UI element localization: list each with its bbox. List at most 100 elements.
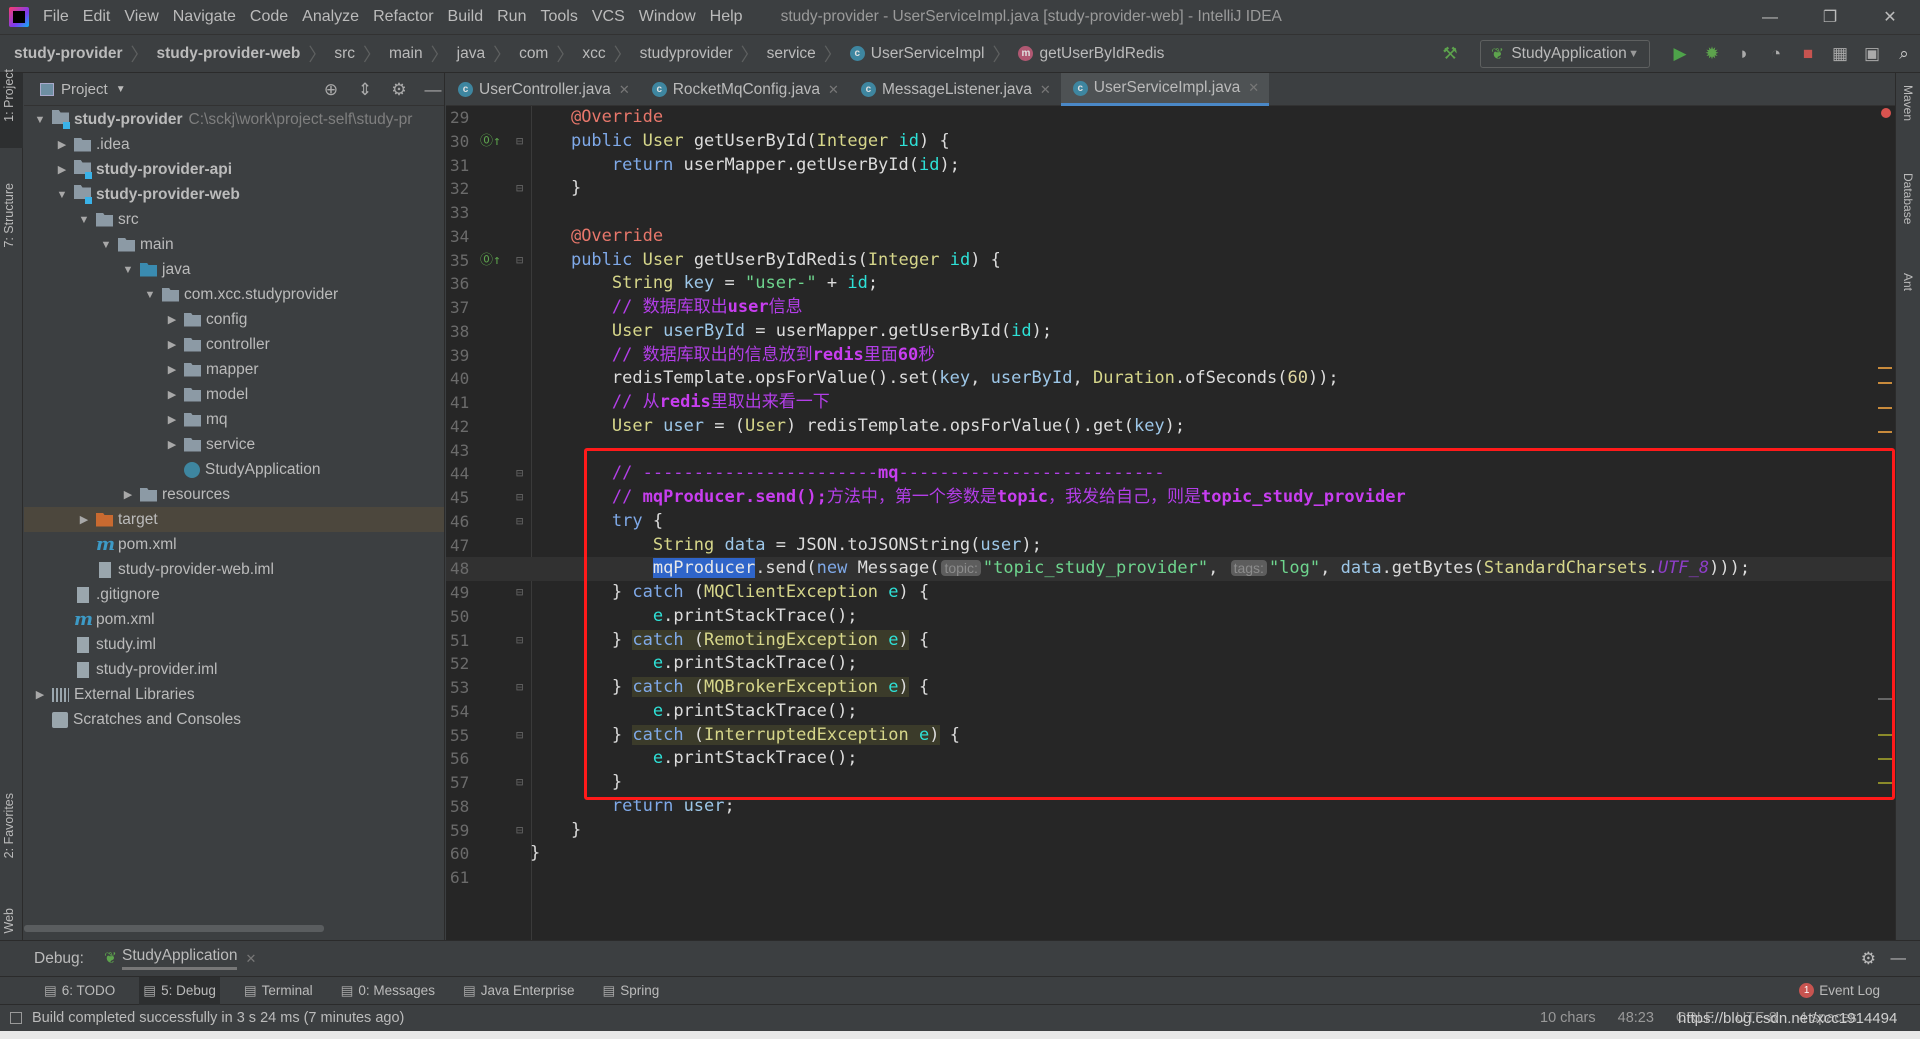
code-line[interactable]: 60} xyxy=(450,842,1895,866)
code-line[interactable]: 50 e.printStackTrace(); xyxy=(450,605,1895,629)
code-line[interactable]: 31 return userMapper.getUserById(id); xyxy=(450,154,1895,178)
tab-userserviceimpl[interactable]: c UserServiceImpl.java ✕ xyxy=(1060,73,1270,106)
chevron-down-icon[interactable]: ▼ xyxy=(116,84,126,95)
code-line[interactable]: 53 ⊟ } catch (MQBrokerException e) { xyxy=(450,676,1895,700)
build-hammer-icon[interactable]: ⚒ xyxy=(1434,44,1466,64)
breadcrumb-item[interactable]: study-provider xyxy=(14,45,123,63)
code-line[interactable]: 46 ⊟ try { xyxy=(450,510,1895,534)
scroll-marker[interactable] xyxy=(1878,782,1892,784)
hide-icon[interactable]: — xyxy=(1891,950,1907,968)
code-editor[interactable]: 29 @Override 30 ⓪↑ ⊟ public User getUserByI… xyxy=(446,106,1895,940)
menu-navigate[interactable]: Navigate xyxy=(173,8,236,25)
code-line[interactable]: 29 @Override xyxy=(450,106,1895,130)
run-config-select[interactable]: ❦ StudyApplication ▼ xyxy=(1480,40,1650,68)
tree-item[interactable]: ▼ study-provider-web xyxy=(24,182,444,207)
tree-item[interactable]: Scratches and Consoles xyxy=(24,707,444,732)
menu-view[interactable]: View xyxy=(124,8,158,25)
gear-icon[interactable]: ⚙ xyxy=(1861,949,1876,969)
tool-window-messages[interactable]: ▤ 0: Messages xyxy=(337,977,439,1005)
implements-method-icon[interactable]: ⓪↑ xyxy=(480,130,501,154)
tool-project[interactable]: 1: Project xyxy=(2,69,16,122)
fold-open-icon[interactable]: ⊟ xyxy=(516,581,523,605)
tool-window-terminal[interactable]: ▤ Terminal xyxy=(240,977,317,1005)
expand-right-icon[interactable]: ▶ xyxy=(120,488,136,501)
scroll-marker[interactable] xyxy=(1878,367,1892,369)
scroll-marker[interactable] xyxy=(1878,382,1892,384)
code-line[interactable]: 45 ⊟ // mqProducer.send();方法中，第一个参数是topic… xyxy=(450,486,1895,510)
stop-icon[interactable]: ■ xyxy=(1792,44,1824,64)
project-structure-icon[interactable]: ▦ xyxy=(1824,44,1856,64)
code-line[interactable]: 43 xyxy=(450,439,1895,463)
expand-right-icon[interactable]: ▶ xyxy=(76,513,92,526)
fold-open-icon[interactable]: ⊟ xyxy=(516,249,523,273)
tree-item[interactable]: .gitignore xyxy=(24,582,444,607)
breadcrumb-item[interactable]: java xyxy=(457,45,485,63)
error-indicator-icon[interactable] xyxy=(1881,108,1891,118)
fold-open-icon[interactable]: ⊟ xyxy=(516,510,523,534)
tree-item[interactable]: ▶ study-provider-api xyxy=(24,157,444,182)
debug-session-tab[interactable]: StudyApplication xyxy=(121,947,238,970)
breadcrumb-item[interactable]: main xyxy=(389,45,423,63)
expand-down-icon[interactable]: ▼ xyxy=(120,264,136,276)
menu-window[interactable]: Window xyxy=(639,8,696,25)
scroll-marker[interactable] xyxy=(1878,734,1892,736)
breadcrumb-item[interactable]: com xyxy=(519,45,548,63)
debug-icon[interactable]: ✹ xyxy=(1696,44,1728,64)
code-line[interactable]: 54 e.printStackTrace(); xyxy=(450,700,1895,724)
event-log-button[interactable]: 1 Event Log xyxy=(1799,983,1880,998)
tree-item[interactable]: study-provider.iml xyxy=(24,657,444,682)
tab-rocketmqconfig[interactable]: c RocketMqConfig.java ✕ xyxy=(640,73,849,106)
profile-icon[interactable]: ◔ xyxy=(1760,44,1792,64)
code-area[interactable]: 29 @Override 30 ⓪↑ ⊟ public User getUserByI… xyxy=(446,106,1895,890)
restore-button[interactable]: ❐ xyxy=(1800,0,1860,35)
expand-right-icon[interactable]: ▶ xyxy=(32,688,48,701)
code-line[interactable]: 56 e.printStackTrace(); xyxy=(450,747,1895,771)
breadcrumb-item[interactable]: getUserByIdRedis xyxy=(1039,45,1164,63)
menu-refactor[interactable]: Refactor xyxy=(373,8,433,25)
project-view-select[interactable]: Project xyxy=(61,81,108,98)
menu-analyze[interactable]: Analyze xyxy=(302,8,359,25)
status-toggle-icon[interactable] xyxy=(10,1012,22,1024)
menu-run[interactable]: Run xyxy=(497,8,526,25)
code-line[interactable]: 37 // 数据库取出user信息 xyxy=(450,296,1895,320)
implements-method-icon[interactable]: ⓪↑ xyxy=(480,249,501,273)
collapse-all-icon[interactable]: ⇕ xyxy=(348,80,382,100)
tab-messagelistener[interactable]: c MessageListener.java ✕ xyxy=(849,73,1061,106)
code-line[interactable]: 36 String key = "user-" + id; xyxy=(450,272,1895,296)
code-line[interactable]: 61 xyxy=(450,866,1895,890)
run-icon[interactable]: ▶ xyxy=(1664,44,1696,64)
tool-window-javaenterprise[interactable]: ▤ Java Enterprise xyxy=(459,977,579,1005)
tree-item[interactable]: ▶ External Libraries xyxy=(24,682,444,707)
gear-icon[interactable]: ⚙ xyxy=(382,80,416,100)
code-line[interactable]: 40 redisTemplate.opsForValue().set(key, … xyxy=(450,367,1895,391)
scroll-marker[interactable] xyxy=(1878,407,1892,409)
expand-down-icon[interactable]: ▼ xyxy=(142,289,158,301)
breadcrumb-item[interactable]: service xyxy=(767,45,816,63)
close-tab-icon[interactable]: ✕ xyxy=(1248,80,1259,96)
code-line[interactable]: 34 @Override xyxy=(450,225,1895,249)
tree-item[interactable]: m pom.xml xyxy=(24,607,444,632)
expand-right-icon[interactable]: ▶ xyxy=(164,338,180,351)
tree-item[interactable]: ▶ model xyxy=(24,382,444,407)
code-line[interactable]: 47 String data = JSON.toJSONString(user)… xyxy=(450,534,1895,558)
code-line[interactable]: 48 mqProducer.send(new Message(topic: "to… xyxy=(446,557,1895,581)
tree-item[interactable]: ▼ com.xcc.studyprovider xyxy=(24,282,444,307)
expand-right-icon[interactable]: ▶ xyxy=(164,363,180,376)
menu-build[interactable]: Build xyxy=(448,8,484,25)
breadcrumb-item[interactable]: studyprovider xyxy=(640,45,733,63)
fold-close-icon[interactable]: ⊟ xyxy=(516,629,523,653)
fold-close-icon[interactable]: ⊟ xyxy=(516,177,523,201)
tree-item[interactable]: ▶ target xyxy=(24,507,444,532)
code-line[interactable]: 32 ⊟ } xyxy=(450,177,1895,201)
tree-item[interactable]: study-provider-web.iml xyxy=(24,557,444,582)
scroll-marker[interactable] xyxy=(1878,431,1892,433)
breadcrumb-item[interactable]: xcc xyxy=(582,45,605,63)
coverage-icon[interactable]: ◗ xyxy=(1728,44,1760,64)
menu-vcs[interactable]: VCS xyxy=(592,8,625,25)
tool-structure[interactable]: 7: Structure xyxy=(2,183,16,248)
code-line[interactable]: 59 ⊟ } xyxy=(450,819,1895,843)
tree-item[interactable]: ▶ config xyxy=(24,307,444,332)
breadcrumb-item[interactable]: study-provider-web xyxy=(157,45,301,63)
code-line[interactable]: 55 ⊟ } catch (InterruptedException e) { xyxy=(450,724,1895,748)
expand-right-icon[interactable]: ▶ xyxy=(164,438,180,451)
